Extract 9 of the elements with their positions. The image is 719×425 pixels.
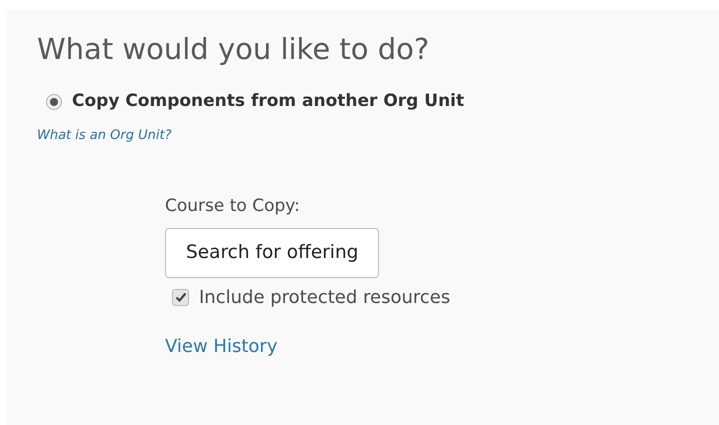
checkbox-label: Include protected resources xyxy=(199,286,450,310)
help-link[interactable]: What is an Org Unit? xyxy=(37,126,172,146)
radio-button[interactable] xyxy=(46,94,62,110)
search-button[interactable]: Search for offering xyxy=(165,228,380,278)
checkbox[interactable] xyxy=(172,288,189,306)
page-heading: What would you like to do? xyxy=(37,32,430,67)
field-label: Course to Copy: xyxy=(165,195,301,218)
history-link[interactable]: View History xyxy=(165,332,278,360)
option-label: Copy Components from another Org Unit xyxy=(72,90,464,113)
